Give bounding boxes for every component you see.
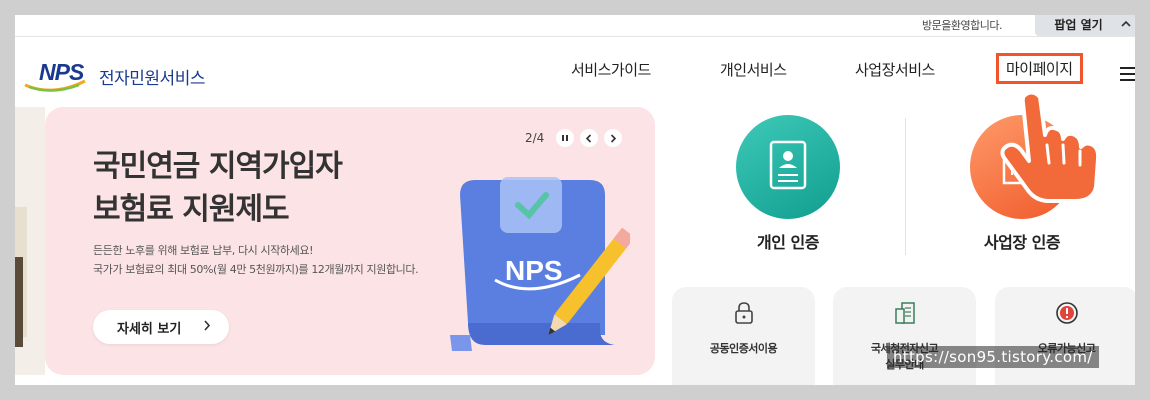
- alert-icon: [1055, 301, 1079, 325]
- banner-title: 국민연금 지역가입자 보험료 지원제도: [93, 145, 343, 231]
- personal-auth[interactable]: 개인 인증: [688, 115, 888, 253]
- main-banner: 국민연금 지역가입자 보험료 지원제도 든든한 노후를 위해 보험료 납부, 다…: [45, 107, 655, 375]
- id-card-icon: [769, 140, 807, 194]
- auth-divider: [905, 118, 906, 255]
- popup-toggle-button[interactable]: 팝업 열기: [1035, 15, 1135, 36]
- next-slide-icon[interactable]: [604, 129, 623, 147]
- detail-view-button[interactable]: 자세히 보기: [93, 310, 229, 344]
- welcome-text: 방문을환영합니다.: [922, 19, 1002, 32]
- business-auth-label: 사업장 인증: [983, 233, 1061, 252]
- nav-item-mypage[interactable]: 마이페이지: [996, 53, 1083, 84]
- nps-logo-mark: NPS: [23, 59, 99, 93]
- lock-icon: [732, 301, 756, 325]
- quick-item-tax-filing[interactable]: 국세청전자신고 실무안내: [833, 287, 976, 385]
- chevron-up-icon: [1121, 19, 1131, 30]
- chevron-right-icon: [203, 319, 211, 335]
- utility-bar: 방문을환영합니다. 팝업 열기: [15, 15, 1135, 37]
- quick-item-error-report[interactable]: 오류가능신고: [995, 287, 1135, 385]
- nav-item-personal-service[interactable]: 개인서비스: [720, 59, 787, 80]
- banner-title-line2: 보험료 지원제도: [93, 192, 290, 227]
- banner-desc-line1: 든든한 노후를 위해 보험료 납부, 다시 시작하세요!: [93, 244, 314, 257]
- banner-description: 든든한 노후를 위해 보험료 납부, 다시 시작하세요! 국가가 보험료의 최대…: [93, 241, 419, 279]
- pointing-hand-icon: [983, 85, 1113, 205]
- banner-desc-line2: 국가가 보험료의 최대 50%(월 4만 5천원까지)를 12개월까지 지원합니…: [93, 263, 419, 276]
- nav-item-business-service[interactable]: 사업장서비스: [855, 59, 935, 80]
- watermark-url: https://son95.tistory.com/: [887, 346, 1099, 368]
- nps-document-illustration: NPS: [440, 155, 635, 355]
- hamburger-icon[interactable]: [1120, 67, 1135, 81]
- slide-counter: 2/4: [525, 131, 545, 145]
- logo-mark-text: NPS: [39, 59, 84, 85]
- page-frame: 방문을환영합니다. 팝업 열기 NPS 전자민원서비스 서비스가이드 개인서비스…: [15, 15, 1135, 385]
- banner-title-line1: 국민연금 지역가입자: [93, 149, 343, 184]
- prev-slide-icon[interactable]: [580, 129, 599, 147]
- previous-slide-peek: [15, 107, 45, 375]
- site-logo[interactable]: NPS 전자민원서비스: [23, 59, 205, 93]
- pause-icon[interactable]: [556, 129, 575, 147]
- personal-auth-circle: [736, 115, 840, 219]
- logo-title: 전자민원서비스: [99, 68, 205, 89]
- document-icon: [893, 301, 917, 325]
- banner-pager: 2/4: [525, 129, 623, 147]
- detail-view-label: 자세히 보기: [117, 321, 182, 337]
- popup-toggle-label: 팝업 열기: [1054, 18, 1103, 32]
- personal-auth-label: 개인 인증: [757, 233, 819, 252]
- nav-item-service-guide[interactable]: 서비스가이드: [571, 59, 651, 80]
- quick-item-label: 공동인증서이용: [709, 342, 778, 355]
- illustration-nps-text: NPS: [505, 255, 563, 286]
- quick-item-joint-certificate[interactable]: 공동인증서이용: [672, 287, 815, 385]
